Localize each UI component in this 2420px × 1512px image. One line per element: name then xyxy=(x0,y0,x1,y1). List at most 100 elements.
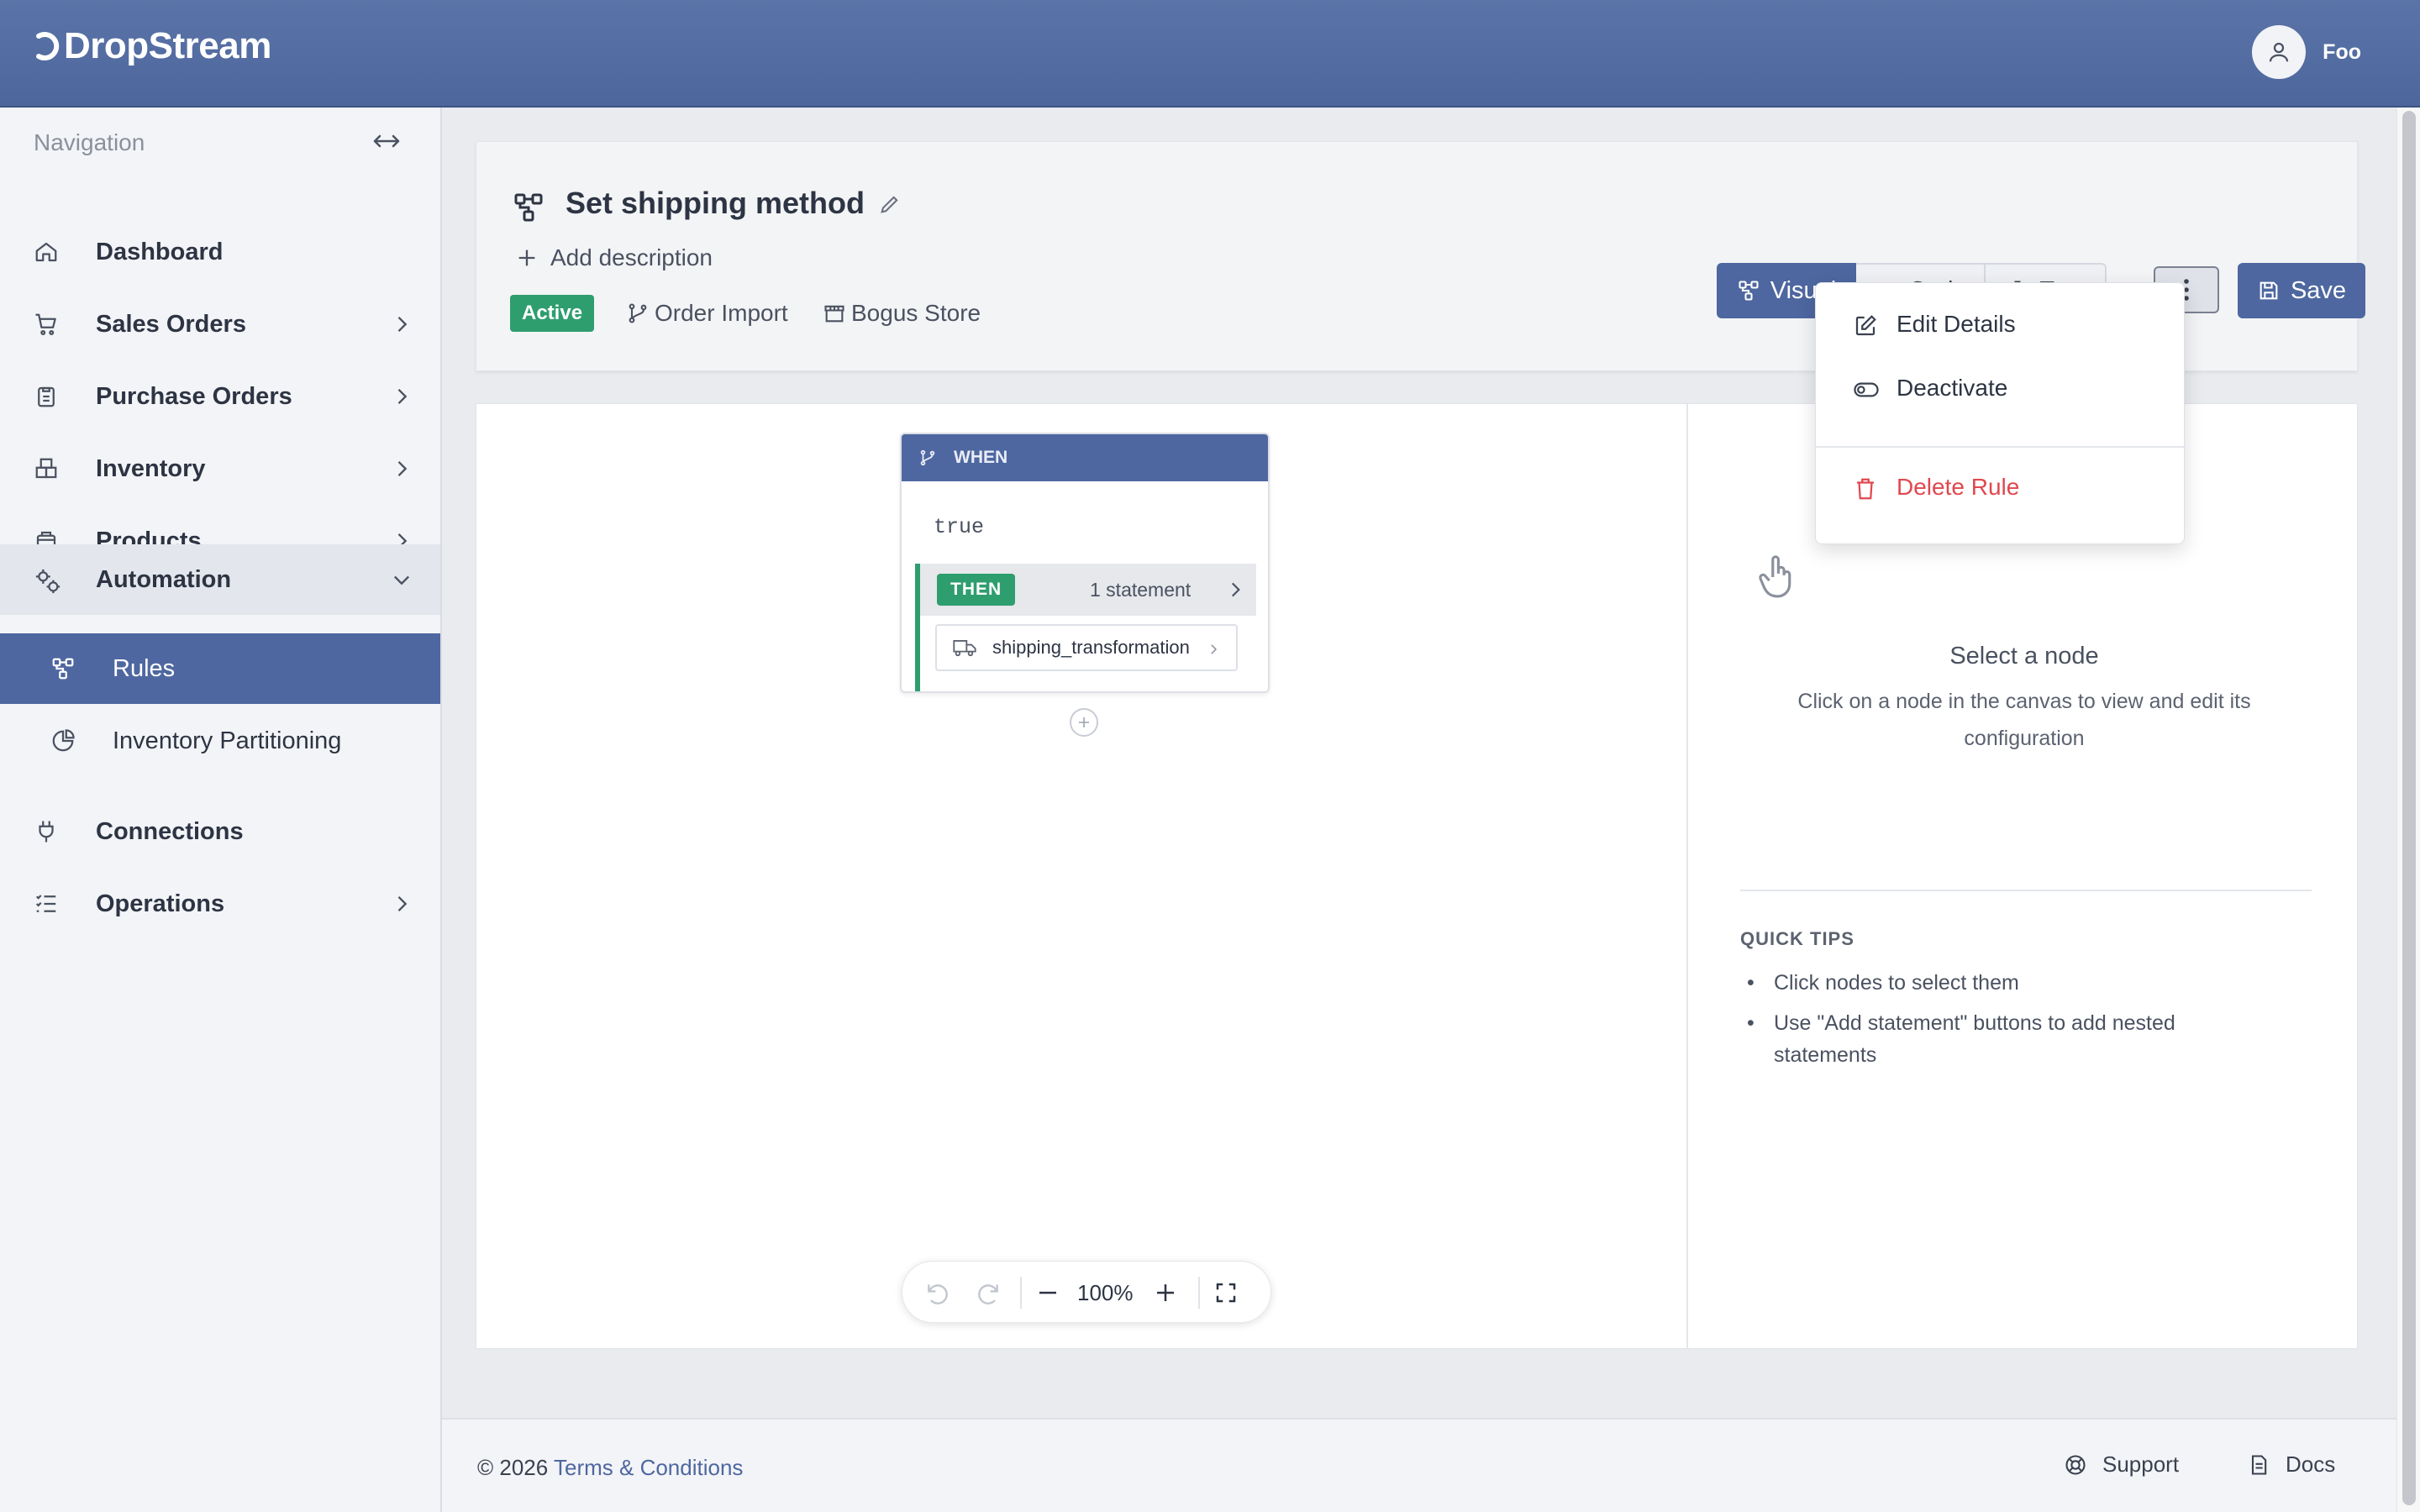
top-bar: DropStream Foo xyxy=(0,0,2420,108)
add-description-label: Add description xyxy=(550,244,713,270)
list-item: Use "Add statement" buttons to add neste… xyxy=(1740,1007,2261,1071)
trash-icon xyxy=(1857,478,1874,500)
sidebar-item-label: Operations xyxy=(96,890,225,917)
support-link[interactable]: Support xyxy=(2064,1452,2179,1478)
plus-icon xyxy=(1079,717,1089,727)
cart-icon xyxy=(35,313,56,335)
store-icon xyxy=(824,305,844,323)
git-branch-icon xyxy=(920,449,935,466)
copyright: © 2026 Terms & Conditions xyxy=(477,1455,743,1481)
rule-canvas[interactable]: WHEN true THEN 1 statement shipping_tran… xyxy=(476,404,1688,1348)
then-branch[interactable]: THEN 1 statement xyxy=(915,564,1256,616)
menu-item-delete-rule[interactable]: Delete Rule xyxy=(1816,458,2186,517)
list-checks-icon xyxy=(35,895,56,912)
empty-state-title: Select a node xyxy=(1949,643,2099,669)
menu-item-label: Deactivate xyxy=(1897,375,2008,401)
sidebar-item-label: Inventory Partitioning xyxy=(113,727,342,754)
redo-icon[interactable] xyxy=(975,1280,1002,1307)
pie-chart-icon xyxy=(52,729,75,752)
menu-divider xyxy=(1816,446,2186,448)
then-connector xyxy=(915,616,920,691)
store-label: Bogus Store xyxy=(851,300,981,326)
app-name: DropStream xyxy=(64,25,271,66)
sidebar-item-sales-orders[interactable]: Sales Orders xyxy=(0,289,440,360)
docs-label: Docs xyxy=(2286,1452,2336,1477)
chevron-right-icon xyxy=(397,389,408,404)
boxes-icon xyxy=(35,458,57,479)
menu-item-label: Delete Rule xyxy=(1897,474,2020,500)
terms-link[interactable]: Terms & Conditions xyxy=(554,1455,743,1480)
menu-item-edit-details[interactable]: Edit Details xyxy=(1816,295,2186,354)
store-meta: Bogus Store xyxy=(823,295,981,332)
chevron-right-icon xyxy=(397,896,408,911)
page-scrollbar[interactable] xyxy=(2396,108,2420,1512)
document-icon xyxy=(2251,1454,2267,1475)
app-logo[interactable]: DropStream xyxy=(34,25,271,67)
zoom-toolbar: 100% xyxy=(902,1261,1271,1323)
statement-count: 1 statement xyxy=(1090,579,1192,601)
arrows-horizontal-icon xyxy=(373,134,400,148)
scroll-thumb[interactable] xyxy=(2402,111,2416,1505)
chevron-right-icon xyxy=(397,317,408,332)
empty-state-description: Click on a node in the canvas to view an… xyxy=(1797,690,2251,750)
workflow-icon xyxy=(1739,281,1759,301)
life-buoy-icon xyxy=(2065,1454,2086,1475)
node-header-label: WHEN xyxy=(954,448,1008,467)
sidebar-item-label: Sales Orders xyxy=(96,310,246,338)
statement-item[interactable]: shipping_transformation xyxy=(935,624,1238,671)
support-label: Support xyxy=(2102,1452,2180,1477)
add-description-button[interactable]: Add description xyxy=(515,244,713,271)
minus-icon[interactable] xyxy=(1035,1280,1060,1305)
sidebar-item-label: Inventory xyxy=(96,454,206,482)
more-actions-menu: Edit Details Deactivate Delete Rule xyxy=(1815,282,2186,544)
sidebar: Navigation Dashboard Sales Orders Purcha… xyxy=(0,108,442,1512)
properties-panel: Select a node Click on a node in the can… xyxy=(1690,404,2359,1348)
sidebar-item-inventory-partitioning[interactable]: Inventory Partitioning xyxy=(0,706,440,776)
user-menu[interactable]: Foo xyxy=(2252,25,2361,79)
plus-icon[interactable] xyxy=(1153,1280,1178,1305)
chevron-right-icon xyxy=(1231,582,1240,597)
sidebar-item-label: Purchase Orders xyxy=(96,382,292,410)
trigger-label: Order Import xyxy=(655,300,788,326)
toggle-icon xyxy=(1854,382,1879,397)
sidebar-item-label: Connections xyxy=(96,817,244,845)
avatar[interactable] xyxy=(2252,25,2307,79)
sidebar-item-purchase-orders[interactable]: Purchase Orders xyxy=(0,361,440,432)
plus-icon xyxy=(518,249,535,266)
collapse-sidebar-button[interactable] xyxy=(370,128,403,155)
trigger-meta: Order Import xyxy=(626,295,788,332)
zoom-level: 100% xyxy=(1077,1280,1134,1305)
statement-label: shipping_transformation xyxy=(992,637,1190,658)
pencil-icon[interactable] xyxy=(878,192,902,216)
quick-tips-list: Click nodes to select them Use "Add stat… xyxy=(1740,967,2261,1079)
sidebar-item-label: Automation xyxy=(96,565,232,593)
save-button[interactable]: Save xyxy=(2238,263,2365,318)
docs-link[interactable]: Docs xyxy=(2247,1452,2335,1478)
workflow-icon xyxy=(52,658,74,680)
sidebar-item-dashboard[interactable]: Dashboard xyxy=(0,217,440,287)
user-name: Foo xyxy=(2323,39,2361,64)
list-item: Click nodes to select them xyxy=(1740,967,2261,999)
edit-icon xyxy=(1855,315,1876,336)
menu-item-label: Edit Details xyxy=(1897,311,2016,337)
sidebar-item-label: Rules xyxy=(113,654,176,682)
sidebar-item-label: Dashboard xyxy=(96,238,224,265)
zoom-divider xyxy=(1198,1277,1200,1309)
status-badge: Active xyxy=(510,295,595,332)
add-node-button[interactable] xyxy=(1070,708,1098,737)
when-node[interactable]: WHEN true THEN 1 statement shipping_tran… xyxy=(900,433,1270,693)
sidebar-item-automation-row[interactable]: Automation xyxy=(0,544,440,615)
sidebar-item-operations[interactable]: Operations xyxy=(0,869,440,939)
fullscreen-icon[interactable] xyxy=(1213,1280,1239,1305)
menu-item-deactivate[interactable]: Deactivate xyxy=(1816,359,2186,417)
sidebar-item-connections[interactable]: Connections xyxy=(0,796,440,867)
sidebar-item-inventory[interactable]: Inventory xyxy=(0,433,440,504)
sidebar-item-rules[interactable]: Rules xyxy=(0,633,440,704)
logo-icon xyxy=(36,32,60,60)
home-icon xyxy=(35,242,57,262)
pointer-hand-icon xyxy=(1759,555,1791,598)
undo-icon[interactable] xyxy=(924,1280,951,1307)
clipboard-icon xyxy=(38,386,55,407)
node-condition: true xyxy=(934,515,985,539)
truck-icon xyxy=(953,640,976,657)
